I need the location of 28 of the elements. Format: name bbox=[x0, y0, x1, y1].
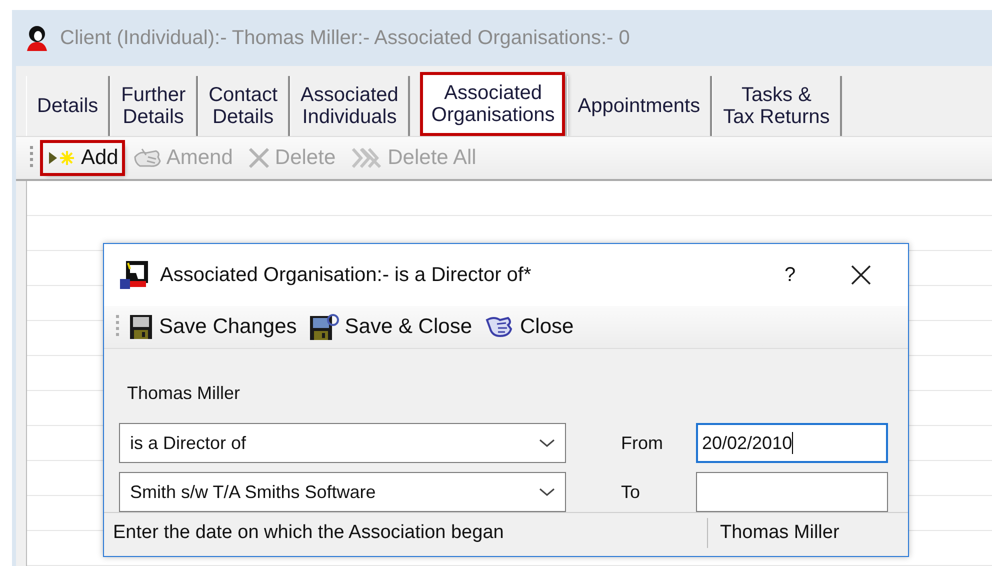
toolbar-button[interactable]: Save Changes bbox=[127, 312, 299, 342]
toolbar-button[interactable]: Save & Close bbox=[306, 311, 474, 343]
waving-hand-icon bbox=[484, 314, 514, 340]
organisation-dropdown[interactable]: Smith s/w T/A Smiths Software bbox=[119, 472, 566, 512]
delete-icon bbox=[246, 147, 271, 169]
status-user: Thomas Miller bbox=[719, 522, 840, 544]
date-field[interactable] bbox=[696, 472, 888, 512]
dropdown-caret-icon bbox=[539, 438, 555, 448]
from-label: From bbox=[620, 432, 664, 454]
toolbar-button[interactable]: Close bbox=[482, 312, 576, 342]
date-field[interactable]: 20/02/2010 bbox=[696, 423, 888, 463]
organisation-icon bbox=[118, 259, 150, 291]
tab[interactable]: Associated Organisations bbox=[420, 72, 565, 136]
dialog-title: Associated Organisation:- is a Director of* bbox=[160, 264, 532, 286]
add-icon bbox=[47, 149, 77, 167]
delete-all-icon bbox=[350, 147, 384, 169]
window-title: Client (Individual):- Thomas Miller:- Associated Organisations:- 0 bbox=[60, 26, 630, 50]
toolbar-button[interactable]: Add bbox=[43, 143, 122, 173]
dropdown-caret-icon bbox=[539, 487, 555, 497]
close-icon[interactable] bbox=[850, 264, 872, 286]
help-button[interactable]: ? bbox=[760, 264, 820, 286]
status-message: Enter the date on which the Association began bbox=[112, 522, 505, 544]
floppy-disk-icon bbox=[308, 313, 339, 341]
person-label: Thomas Miller bbox=[127, 383, 242, 404]
relationship-dropdown[interactable]: is a Director of bbox=[119, 423, 566, 463]
to-label: To bbox=[620, 482, 642, 502]
person-icon bbox=[24, 25, 50, 51]
hand-icon bbox=[132, 147, 162, 169]
